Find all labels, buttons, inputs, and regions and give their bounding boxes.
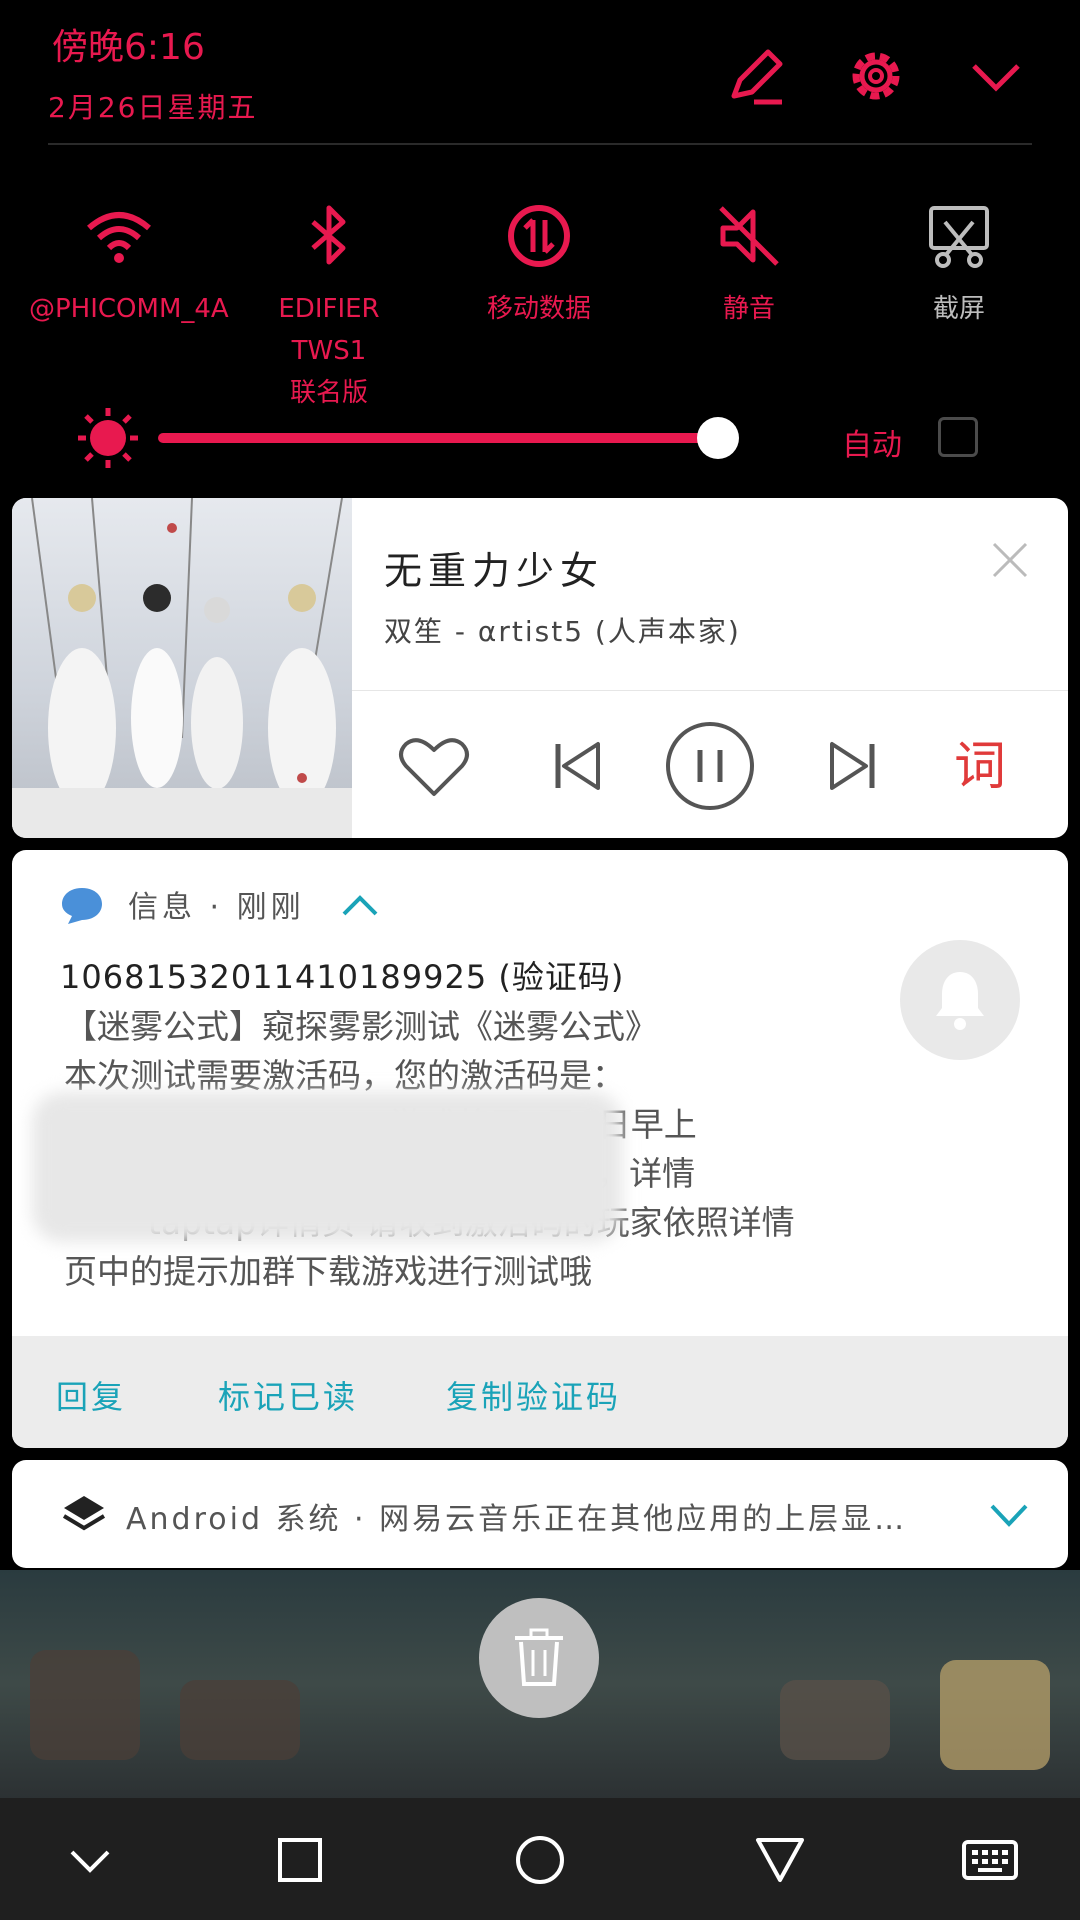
reply-button[interactable]: 回复: [56, 1372, 126, 1418]
status-date: 2月26日星期五: [48, 91, 258, 124]
qs-mobile-data-label: 移动数据: [486, 294, 591, 324]
mark-read-button[interactable]: 标记已读: [218, 1372, 358, 1418]
redacted-region: [32, 1092, 622, 1242]
qs-wifi[interactable]: @PHICOMM_4A: [29, 200, 229, 330]
svg-text:词: 词: [954, 737, 1006, 797]
next-track-icon[interactable]: [804, 718, 900, 814]
keyboard-key: [780, 1680, 890, 1760]
clear-all-button[interactable]: [479, 1598, 599, 1718]
previous-track-icon[interactable]: [530, 718, 626, 814]
qs-wifi-label: @PHICOMM_4A: [29, 294, 229, 324]
status-time: 傍晚6:16: [52, 27, 205, 68]
sms-notification-card[interactable]: 信息 · 刚刚 10681532011410189925 (验证码) 【迷雾公式…: [12, 850, 1068, 1448]
brightness-sun-icon: [78, 408, 138, 468]
music-separator: [352, 690, 1068, 691]
layers-icon: [62, 1496, 106, 1531]
qs-bluetooth[interactable]: EDIFIER TWS1 联名版: [239, 200, 419, 414]
keyboard-key: [940, 1660, 1050, 1770]
message-bubble-icon: [62, 888, 102, 924]
qs-mute[interactable]: 静音: [659, 200, 839, 330]
keyboard-key: [30, 1650, 140, 1760]
system-notification-text: Android 系统 · 网易云音乐正在其他应用的上层显…: [126, 1502, 908, 1537]
collapse-chevron-icon[interactable]: [964, 44, 1028, 108]
navigation-bar: [0, 1798, 1080, 1920]
song-title: 无重力少女: [384, 549, 605, 593]
album-art: [12, 498, 352, 838]
edit-icon[interactable]: [724, 44, 788, 108]
qs-screenshot-label: 截屏: [932, 294, 985, 324]
settings-gear-icon[interactable]: [844, 44, 908, 108]
auto-brightness-checkbox[interactable]: [938, 417, 978, 457]
expand-chevron-icon[interactable]: [988, 1500, 1030, 1530]
notification-app-time: 信息 · 刚刚: [128, 890, 305, 925]
copy-code-button[interactable]: 复制验证码: [446, 1372, 621, 1418]
mute-icon: [719, 206, 779, 266]
music-player-card[interactable]: 无重力少女 双笙 - αrtist5 (人声本家) 词: [12, 498, 1068, 838]
keyboard-icon[interactable]: [960, 1830, 1020, 1890]
notification-sender: 10681532011410189925 (验证码): [60, 958, 625, 996]
back-triangle-icon[interactable]: [750, 1830, 810, 1890]
brightness-slider-thumb[interactable]: [697, 417, 739, 459]
song-artist: 双笙 - αrtist5 (人声本家): [384, 615, 741, 648]
like-heart-icon[interactable]: [386, 718, 482, 814]
home-circle-icon[interactable]: [510, 1830, 570, 1890]
mobile-data-icon: [508, 205, 570, 267]
close-icon[interactable]: [988, 538, 1032, 582]
system-notification-card[interactable]: Android 系统 · 网易云音乐正在其他应用的上层显…: [12, 1460, 1068, 1568]
brightness-slider[interactable]: [158, 433, 718, 443]
notification-actions: 回复 标记已读 复制验证码: [12, 1336, 1068, 1448]
pause-icon[interactable]: [662, 718, 758, 814]
trash-icon: [515, 1628, 563, 1686]
hide-keyboard-chevron-icon[interactable]: [60, 1830, 120, 1890]
wifi-icon: [87, 212, 151, 263]
recents-square-icon[interactable]: [270, 1830, 330, 1890]
bluetooth-icon: [311, 205, 346, 265]
auto-brightness-label: 自动: [842, 428, 902, 463]
header-divider: [48, 143, 1032, 145]
keyboard-key: [180, 1680, 300, 1760]
qs-mute-label: 静音: [722, 294, 775, 324]
qs-screenshot[interactable]: 截屏: [869, 200, 1049, 330]
qs-bluetooth-label: EDIFIER TWS1 联名版: [278, 294, 380, 408]
qs-mobile-data[interactable]: 移动数据: [449, 200, 629, 330]
collapse-chevron-icon[interactable]: [340, 890, 380, 918]
screenshot-icon: [929, 206, 989, 268]
lyrics-icon[interactable]: 词: [944, 718, 1040, 814]
